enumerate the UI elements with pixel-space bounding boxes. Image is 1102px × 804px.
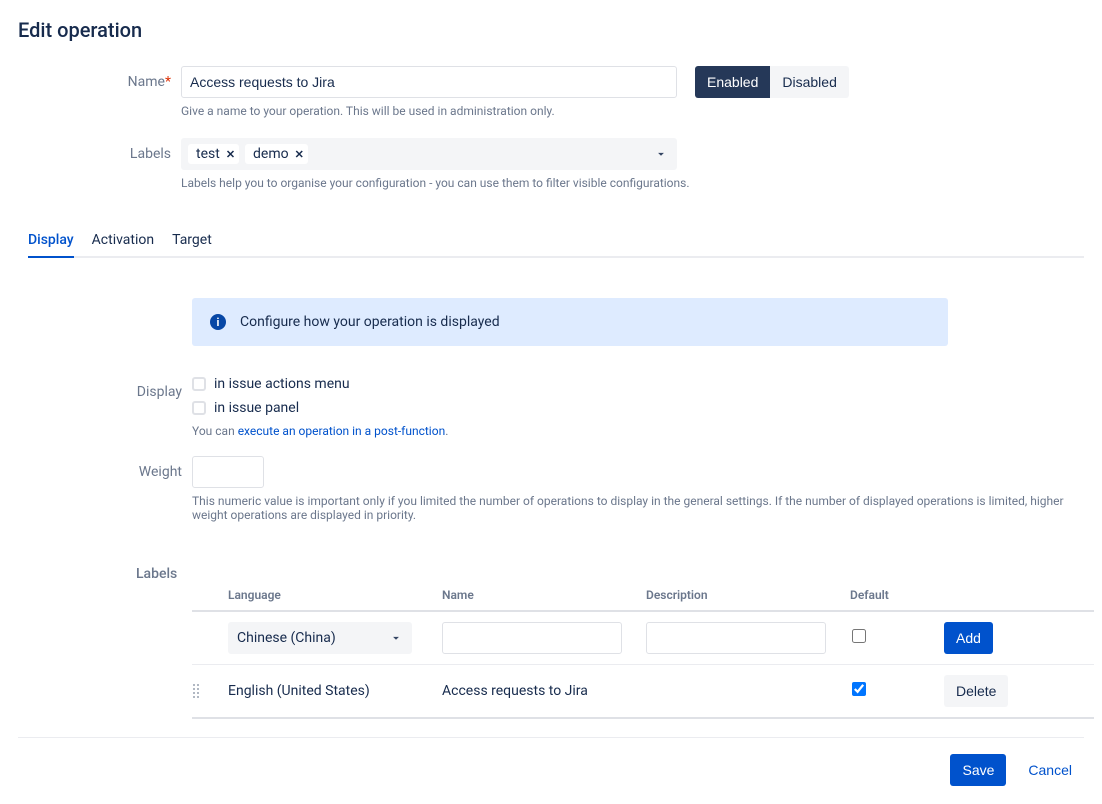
delete-button[interactable]: Delete <box>944 675 1008 707</box>
drag-handle-icon[interactable] <box>192 683 200 699</box>
row-name: Access requests to Jira <box>442 683 642 699</box>
tab-display[interactable]: Display <box>28 224 74 258</box>
col-language: Language <box>228 588 438 602</box>
labels-row: Labels test ✕ demo ✕ Labels help you to … <box>18 138 1084 204</box>
display-label: Display <box>18 376 192 400</box>
info-banner: i Configure how your operation is displa… <box>192 298 948 346</box>
chip-text: demo <box>253 146 289 162</box>
display-options-row: Display in issue actions menu in issue p… <box>18 376 1084 438</box>
labels-help: Labels help you to organise your configu… <box>181 176 1084 190</box>
labels-grid: Language Name Description Default Chines… <box>192 588 1094 719</box>
close-icon[interactable]: ✕ <box>226 148 235 161</box>
post-function-link[interactable]: execute an operation in a post-function <box>238 424 446 438</box>
add-description-input[interactable] <box>646 622 826 654</box>
save-button[interactable]: Save <box>950 754 1006 786</box>
col-default: Default <box>850 588 940 602</box>
labels-label: Labels <box>18 138 181 162</box>
tab-activation[interactable]: Activation <box>92 224 154 256</box>
grid-header: Language Name Description Default <box>192 588 1094 612</box>
label-chip: demo ✕ <box>245 144 308 164</box>
page-title: Edit operation <box>18 18 1084 42</box>
label-chip: test ✕ <box>188 144 239 164</box>
banner-text: Configure how your operation is displaye… <box>240 314 500 330</box>
labels-input[interactable]: test ✕ demo ✕ <box>181 138 677 170</box>
row-language: English (United States) <box>228 683 438 699</box>
grid-add-row: Chinese (China) Add <box>192 612 1094 665</box>
weight-help: This numeric value is important only if … <box>192 494 1082 522</box>
name-help: Give a name to your operation. This will… <box>181 104 1084 118</box>
weight-row: Weight This numeric value is important o… <box>18 456 1084 536</box>
name-row: Name* Enabled Disabled Give a name to yo… <box>18 66 1084 132</box>
add-default-checkbox[interactable] <box>852 629 866 643</box>
chevron-down-icon <box>389 631 403 645</box>
chevron-down-icon[interactable] <box>654 147 668 161</box>
required-asterisk: * <box>165 74 171 90</box>
checkbox-issue-panel[interactable] <box>192 401 206 415</box>
info-icon: i <box>210 314 226 330</box>
grid-data-row: English (United States) Access requests … <box>192 665 1094 719</box>
footer: Save Cancel <box>18 737 1084 786</box>
weight-input[interactable] <box>192 456 264 488</box>
add-name-input[interactable] <box>442 622 622 654</box>
status-toggle: Enabled Disabled <box>695 66 849 98</box>
language-select[interactable]: Chinese (China) <box>228 622 412 654</box>
checkbox-actions-menu[interactable] <box>192 377 206 391</box>
checkbox-row-panel: in issue panel <box>192 400 1084 416</box>
enabled-button[interactable]: Enabled <box>695 66 770 98</box>
tab-target[interactable]: Target <box>172 224 212 256</box>
select-value: Chinese (China) <box>237 630 336 646</box>
labels-section-heading: Labels <box>136 566 1084 582</box>
checkbox-label: in issue panel <box>214 400 299 416</box>
chip-text: test <box>196 146 220 162</box>
name-input[interactable] <box>181 66 677 98</box>
disabled-button[interactable]: Disabled <box>770 66 848 98</box>
row-default-checkbox[interactable] <box>852 682 866 696</box>
checkbox-row-actions: in issue actions menu <box>192 376 1084 392</box>
close-icon[interactable]: ✕ <box>295 148 304 161</box>
col-description: Description <box>646 588 846 602</box>
display-hint: You can execute an operation in a post-f… <box>192 424 1084 438</box>
checkbox-label: in issue actions menu <box>214 376 350 392</box>
tabs: Display Activation Target <box>28 224 1084 258</box>
cancel-button[interactable]: Cancel <box>1016 754 1084 786</box>
weight-label: Weight <box>18 456 192 480</box>
col-name: Name <box>442 588 642 602</box>
name-label: Name* <box>18 66 181 90</box>
add-button[interactable]: Add <box>944 622 993 654</box>
